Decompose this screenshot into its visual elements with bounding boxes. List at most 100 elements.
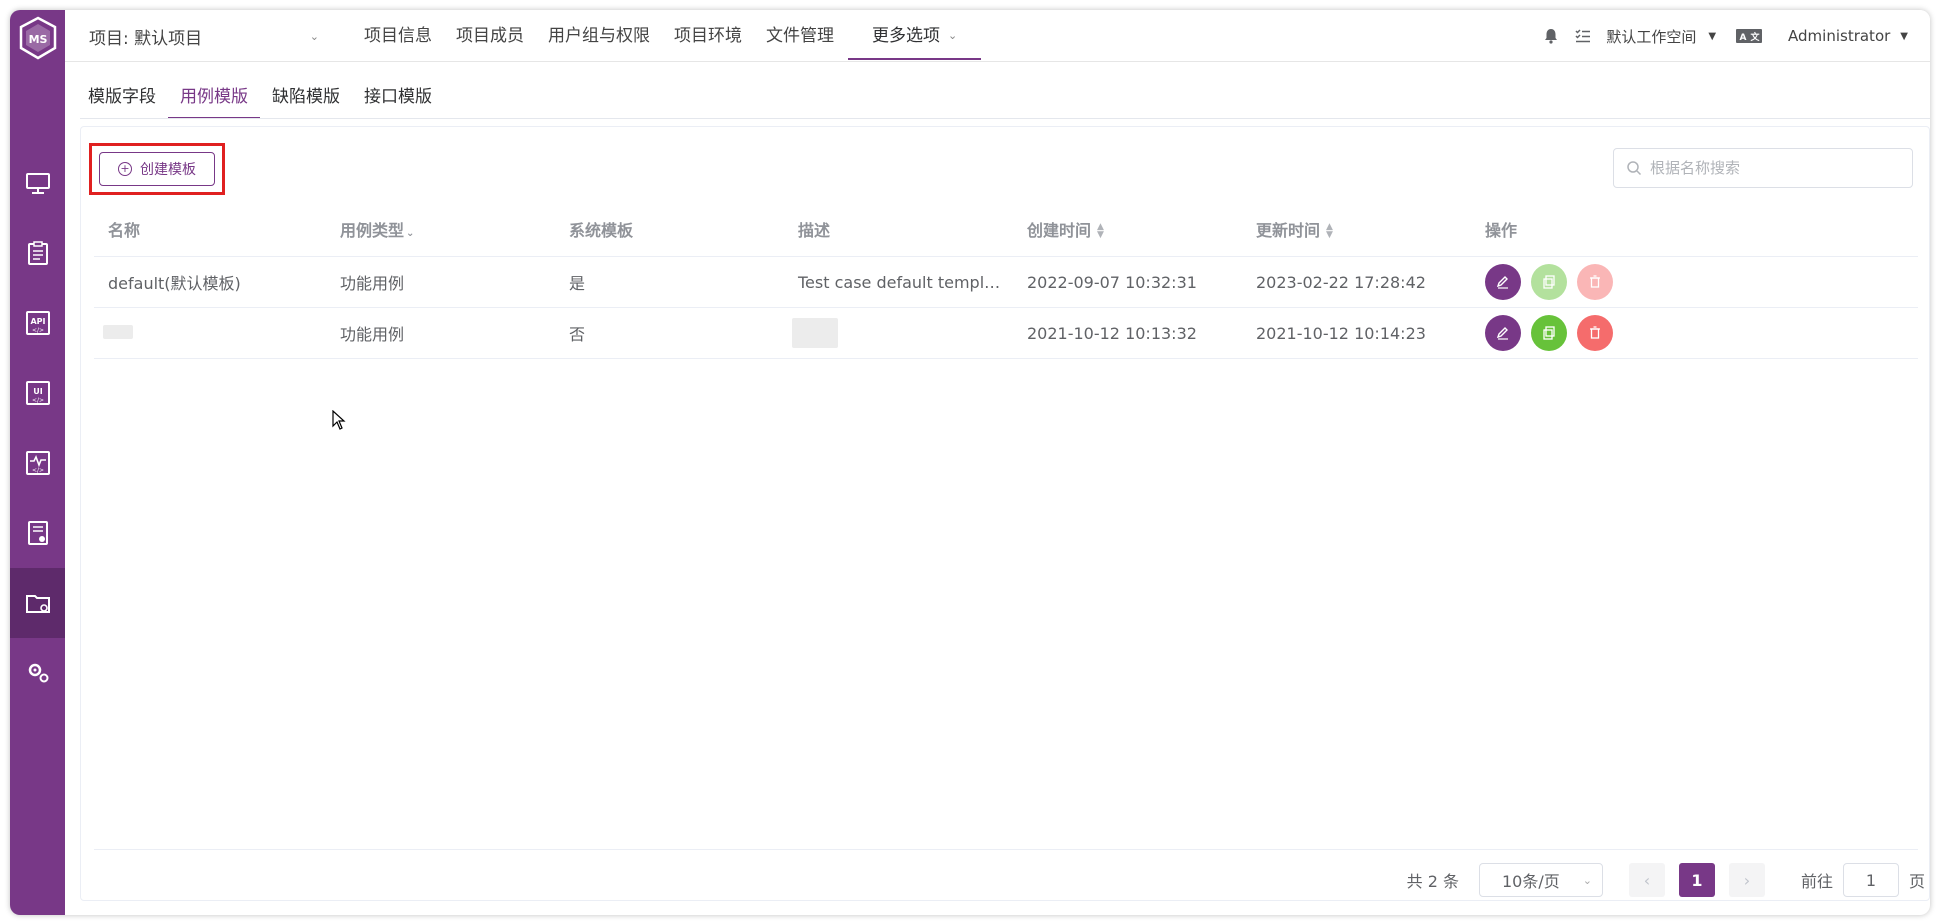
api-icon: API</>: [25, 311, 50, 335]
mouse-cursor-icon: [332, 409, 346, 434]
monitor-icon: [25, 173, 50, 194]
sort-icon[interactable]: ▲ ▼: [1326, 223, 1333, 240]
create-template-button[interactable]: + 创建模板: [99, 152, 215, 186]
cell-system: 否: [569, 325, 586, 344]
project-select[interactable]: 项目: 默认项目 ⌄: [89, 24, 319, 49]
task-list-icon[interactable]: [1574, 27, 1592, 45]
cell-created: 2022-09-07 10:32:31: [1027, 272, 1197, 292]
cell-updated: 2023-02-22 17:28:42: [1256, 272, 1426, 292]
clipboard-icon: [27, 241, 48, 265]
tab-case-template[interactable]: 用例模版: [168, 82, 260, 119]
caret-down-icon: ▼: [1708, 30, 1717, 42]
cell-case-type: 功能用例: [340, 325, 405, 344]
create-template-label: 创建模板: [140, 162, 196, 178]
chevron-left-icon: ‹: [1643, 870, 1651, 890]
svg-text:A: A: [1740, 33, 1747, 43]
pagination: 共 2 条 10条/页 ⌄ ‹ 1 › 前往 页: [1407, 863, 1925, 897]
nav-more-options[interactable]: 更多选项 ⌄: [848, 10, 982, 60]
chevron-down-icon: ⌄: [309, 29, 319, 43]
sidebar: MS API </> UI </> </>: [10, 10, 65, 915]
template-card: + 创建模板 名称 用例类型⌄ 系统模板 描述 创建时间▲▼ 更新时间▲▼ 操作…: [80, 126, 1930, 901]
delete-button[interactable]: [1577, 264, 1613, 300]
nav-project-members[interactable]: 项目成员: [444, 10, 536, 62]
cell-name: [94, 324, 328, 343]
edit-icon: [1496, 327, 1508, 340]
sidebar-item-report[interactable]: [10, 498, 65, 568]
redacted-text: [103, 324, 133, 339]
app-window: MS API </> UI </> </> 项目: 默认项目 ⌄ 项目信息 项目…: [10, 10, 1930, 915]
nav-user-groups[interactable]: 用户组与权限: [536, 10, 662, 62]
nav-project-info[interactable]: 项目信息: [352, 10, 444, 62]
svg-text:</>: </>: [31, 467, 43, 474]
language-icon[interactable]: A文: [1736, 29, 1763, 43]
gears-icon: [28, 663, 48, 683]
header-updated[interactable]: 更新时间 ▲ ▼: [1244, 217, 1473, 241]
table-bottom-divider: [94, 849, 1918, 850]
nav-file-management[interactable]: 文件管理: [754, 10, 846, 62]
nav-more-options-label: 更多选项: [872, 26, 940, 46]
page-size-select[interactable]: 10条/页 ⌄: [1478, 863, 1603, 897]
header-created-label: 创建时间: [1027, 220, 1092, 240]
cell-created: 2021-10-12 10:13:32: [1027, 323, 1197, 343]
cell-case-type: 功能用例: [340, 274, 405, 293]
tab-issue-template[interactable]: 缺陷模版: [260, 82, 352, 119]
trash-icon: [1590, 275, 1600, 288]
copy-button[interactable]: [1531, 315, 1567, 351]
ui-icon: UI</>: [25, 381, 50, 405]
header-system: 系统模板: [569, 220, 634, 240]
edit-button[interactable]: [1485, 264, 1521, 300]
svg-text:API: API: [30, 317, 45, 326]
sidebar-item-ui[interactable]: UI </>: [10, 358, 65, 428]
header-case-type[interactable]: 用例类型 ⌄: [328, 217, 557, 241]
edit-button[interactable]: [1485, 315, 1521, 351]
sidebar-item-project-settings[interactable]: [10, 568, 65, 638]
page-size-label: 10条/页: [1501, 872, 1560, 891]
top-bar: 项目: 默认项目 ⌄ 项目信息 项目成员 用户组与权限 项目环境 文件管理 更多…: [65, 10, 1930, 62]
redacted-text: [792, 318, 838, 348]
copy-icon: [1543, 275, 1555, 289]
chevron-right-icon: ›: [1743, 870, 1751, 890]
search-box: [1613, 148, 1913, 188]
header-created[interactable]: 创建时间 ▲ ▼: [1015, 217, 1244, 241]
copy-icon: [1543, 326, 1555, 340]
nav-project-env[interactable]: 项目环境: [662, 10, 754, 62]
sidebar-item-performance[interactable]: </>: [10, 428, 65, 498]
trash-icon: [1590, 326, 1600, 339]
page-number[interactable]: 1: [1678, 863, 1715, 897]
svg-text:</>: </>: [31, 397, 43, 404]
search-input[interactable]: [1650, 159, 1890, 177]
tabs-divider: [80, 118, 1930, 119]
sort-icon[interactable]: ▲ ▼: [1097, 223, 1104, 240]
chevron-down-icon: ⌄: [948, 29, 958, 42]
sidebar-item-system-settings[interactable]: [10, 638, 65, 708]
tab-api-template[interactable]: 接口模版: [352, 82, 444, 119]
header-name: 名称: [108, 220, 141, 240]
search-icon: [1627, 161, 1642, 176]
report-icon: [27, 521, 48, 545]
goto-page-input[interactable]: [1842, 863, 1899, 897]
pagination-total: 共 2 条: [1406, 872, 1459, 891]
sidebar-item-workstation[interactable]: [10, 148, 65, 218]
table-row: 功能用例 否 2021-10-12 10:13:32 2021-10-12 10…: [94, 308, 1918, 359]
chevron-down-icon: ⌄: [1582, 873, 1592, 887]
sidebar-item-track[interactable]: [10, 218, 65, 288]
cell-system: 是: [569, 274, 586, 293]
top-right-tools: 默认工作空间 ▼ A文 Administrator ▼: [1542, 10, 1908, 62]
sidebar-item-api[interactable]: API </>: [10, 288, 65, 358]
copy-button[interactable]: [1531, 264, 1567, 300]
header-case-type-label: 用例类型: [340, 220, 405, 240]
prev-page-button[interactable]: ‹: [1628, 863, 1665, 897]
delete-button[interactable]: [1577, 315, 1613, 351]
next-page-button[interactable]: ›: [1728, 863, 1765, 897]
user-menu[interactable]: Administrator ▼: [1788, 27, 1908, 45]
edit-icon: [1496, 276, 1508, 289]
pulse-icon: </>: [25, 451, 50, 475]
workspace-select[interactable]: 默认工作空间 ▼: [1606, 26, 1716, 47]
folder-settings-icon: [25, 595, 50, 613]
tab-field-template[interactable]: 模版字段: [80, 82, 168, 119]
template-table: 名称 用例类型 ⌄ 系统模板 描述 创建时间 ▲ ▼ 更新时间 ▲ ▼ 操作 defaul…: [94, 201, 1918, 359]
caret-down-icon: ▼: [1900, 30, 1908, 42]
bell-icon[interactable]: [1542, 27, 1560, 45]
svg-text:MS: MS: [29, 33, 48, 46]
header-desc: 描述: [798, 220, 831, 240]
